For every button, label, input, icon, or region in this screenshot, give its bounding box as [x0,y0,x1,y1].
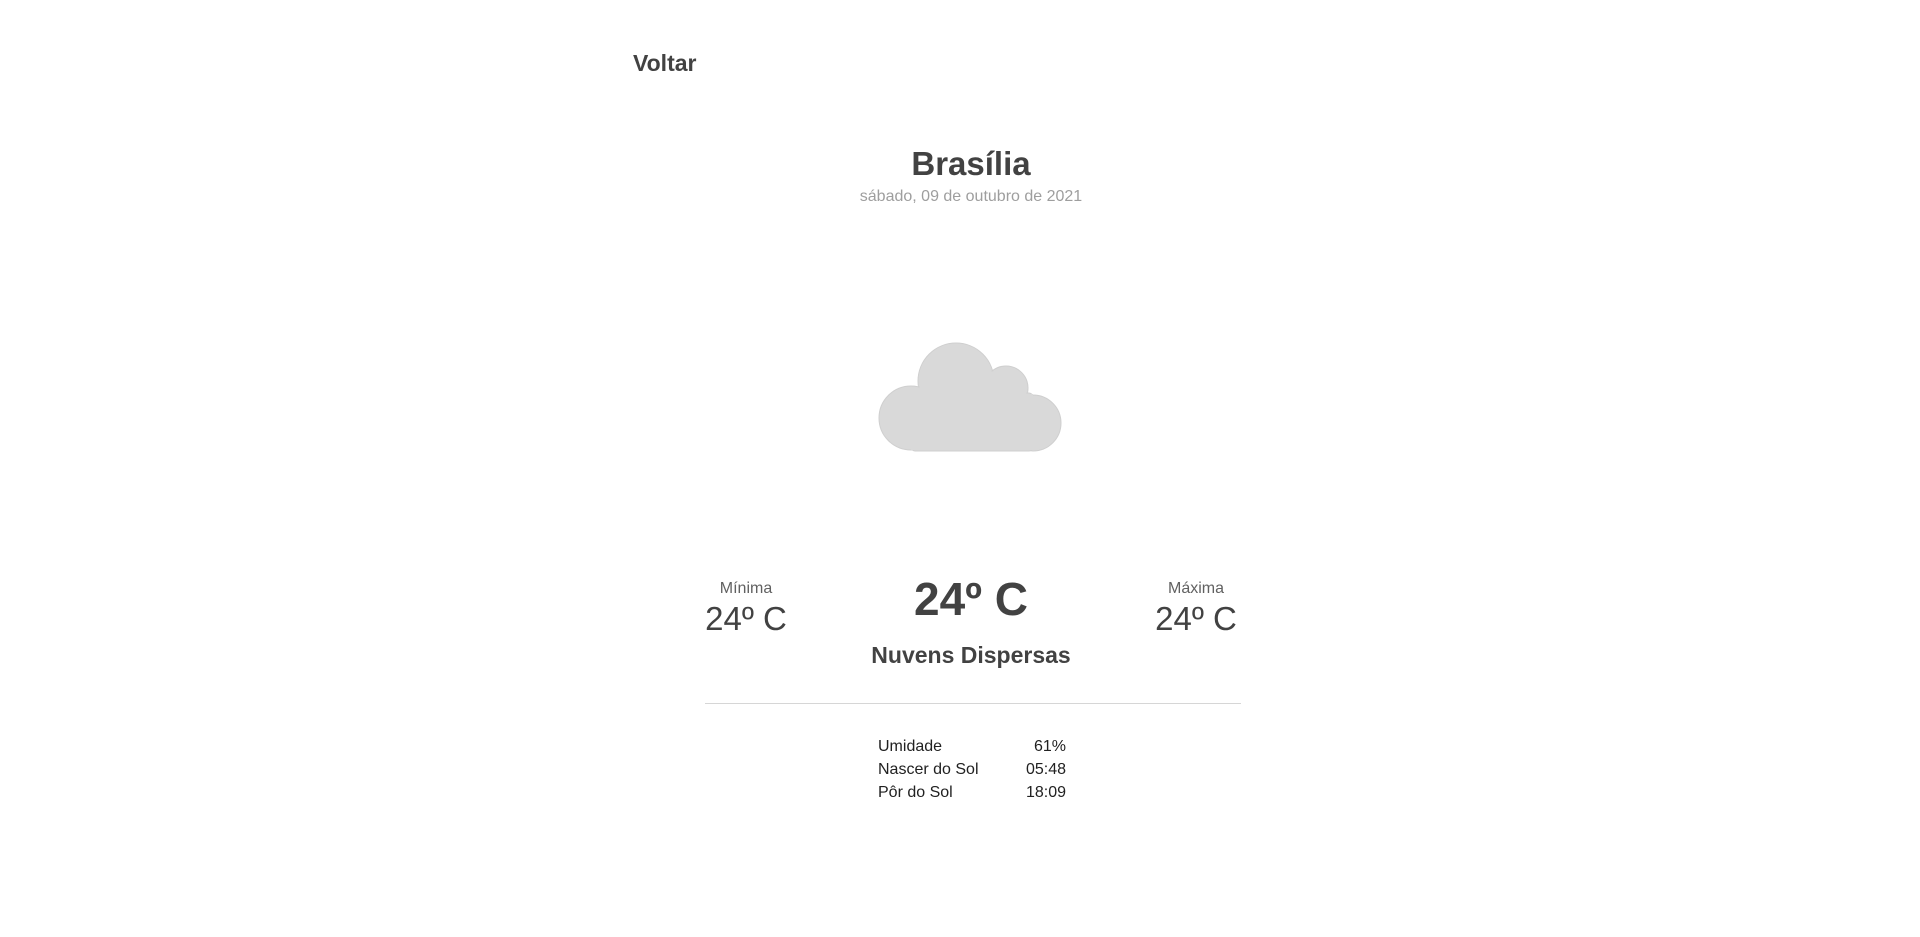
detail-label: Umidade [878,737,943,755]
current-temperature: 24º C [914,573,1028,625]
detail-value: 61% [1033,737,1066,755]
detail-value: 18:09 [1025,783,1066,801]
detail-row-sunset: Pôr do Sol 18:09 [878,781,1066,804]
weather-condition: Nuvens Dispersas [871,642,1071,668]
back-link[interactable]: Voltar [633,50,696,77]
max-temperature: Máxima 24º C [1116,580,1276,638]
detail-label: Pôr do Sol [878,783,953,801]
forecast-date: sábado, 09 de outubro de 2021 [859,188,1083,205]
detail-row-sunrise: Nascer do Sol 05:48 [878,758,1066,781]
current-weather: 24º C Nuvens Dispersas [0,570,1920,669]
location-header: Brasília sábado, 09 de outubro de 2021 [0,142,1920,206]
city-name: Brasília [911,145,1031,182]
divider [705,703,1241,704]
cloud-icon [878,333,1068,458]
weather-page: Voltar Brasília sábado, 09 de outubro de… [0,0,1920,937]
weather-details-table: Umidade 61% Nascer do Sol 05:48 Pôr do S… [878,735,1066,804]
max-temperature-label: Máxima [1167,580,1224,597]
detail-row-humidity: Umidade 61% [878,735,1066,758]
detail-label: Nascer do Sol [878,760,979,778]
max-temperature-value: 24º C [1155,600,1237,637]
detail-value: 05:48 [1025,760,1066,778]
